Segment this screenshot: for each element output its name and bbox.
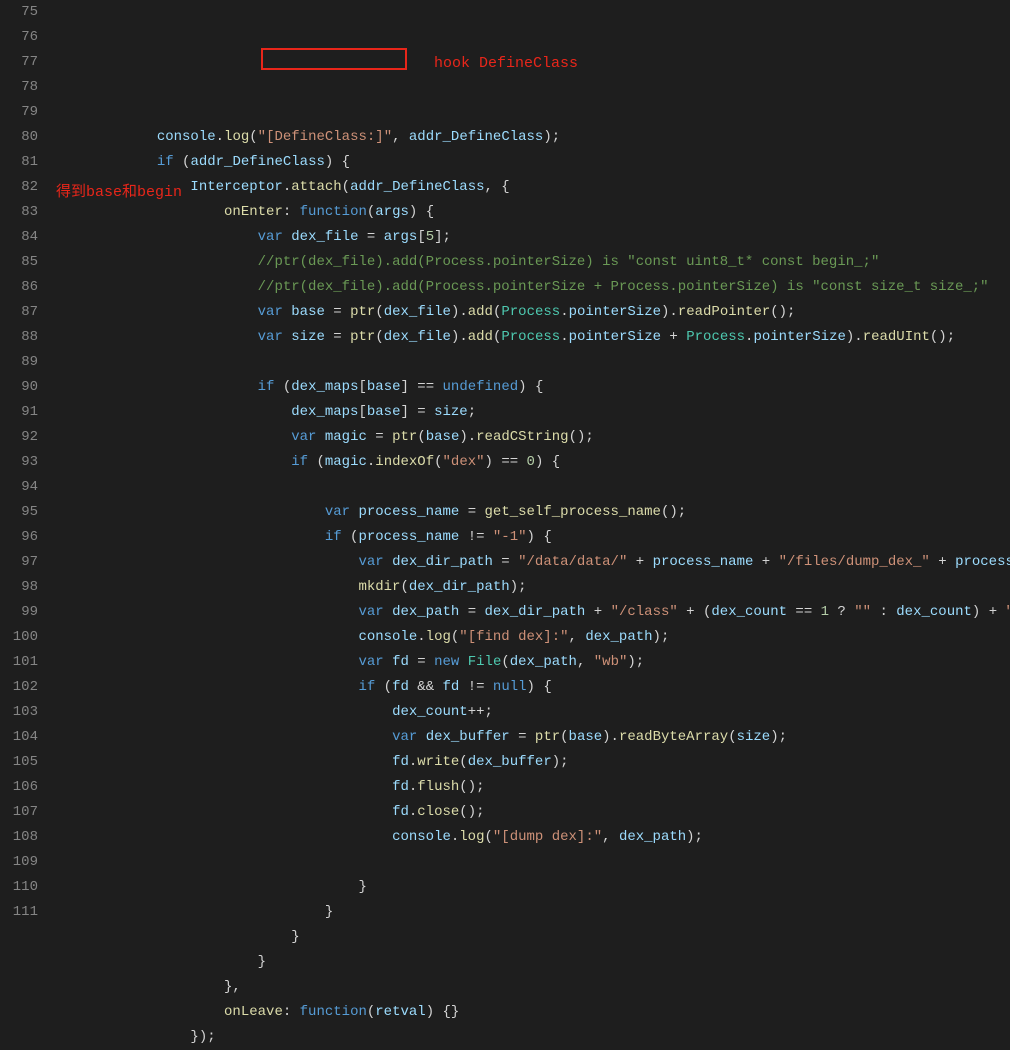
code-line: //ptr(dex_file).add(Process.pointerSize … (56, 275, 1010, 300)
line-number: 76 (0, 25, 38, 50)
code-line: } (56, 950, 1010, 975)
code-line: if (fd && fd != null) { (56, 675, 1010, 700)
line-number: 104 (0, 725, 38, 750)
line-number: 109 (0, 850, 38, 875)
highlight-box (261, 48, 407, 70)
code-line: }, (56, 975, 1010, 1000)
line-number: 97 (0, 550, 38, 575)
code-line: onEnter: function(args) { (56, 200, 1010, 225)
line-number: 88 (0, 325, 38, 350)
line-number: 108 (0, 825, 38, 850)
line-number: 81 (0, 150, 38, 175)
line-number: 107 (0, 800, 38, 825)
code-line: var base = ptr(dex_file).add(Process.poi… (56, 300, 1010, 325)
code-line: console.log("[find dex]:", dex_path); (56, 625, 1010, 650)
line-number: 92 (0, 425, 38, 450)
line-number: 84 (0, 225, 38, 250)
code-line: } (56, 925, 1010, 950)
code-line: var dex_path = dex_dir_path + "/class" +… (56, 600, 1010, 625)
code-line: var size = ptr(dex_file).add(Process.poi… (56, 325, 1010, 350)
line-number: 89 (0, 350, 38, 375)
code-line: } (56, 875, 1010, 900)
line-number: 91 (0, 400, 38, 425)
line-number: 82 (0, 175, 38, 200)
line-number: 80 (0, 125, 38, 150)
line-number: 83 (0, 200, 38, 225)
code-line: if (magic.indexOf("dex") == 0) { (56, 450, 1010, 475)
code-line: dex_maps[base] = size; (56, 400, 1010, 425)
line-number: 105 (0, 750, 38, 775)
code-line: fd.flush(); (56, 775, 1010, 800)
line-number: 90 (0, 375, 38, 400)
line-number: 77 (0, 50, 38, 75)
line-number: 86 (0, 275, 38, 300)
code-line: var process_name = get_self_process_name… (56, 500, 1010, 525)
line-number: 99 (0, 600, 38, 625)
line-number: 96 (0, 525, 38, 550)
code-line: dex_count++; (56, 700, 1010, 725)
annotation-base-begin: 得到base和begin (56, 180, 182, 205)
code-line: fd.write(dex_buffer); (56, 750, 1010, 775)
code-line: if (process_name != "-1") { (56, 525, 1010, 550)
line-number: 95 (0, 500, 38, 525)
annotation-hook-defineclass: hook DefineClass (434, 51, 578, 76)
line-number: 79 (0, 100, 38, 125)
code-area: hook DefineClass 得到base和begin console.lo… (56, 0, 1010, 1050)
code-line: if (addr_DefineClass) { (56, 150, 1010, 175)
line-number: 98 (0, 575, 38, 600)
line-number: 102 (0, 675, 38, 700)
code-line: var fd = new File(dex_path, "wb"); (56, 650, 1010, 675)
line-number: 75 (0, 0, 38, 25)
code-line: onLeave: function(retval) {} (56, 1000, 1010, 1025)
code-line: var dex_dir_path = "/data/data/" + proce… (56, 550, 1010, 575)
line-number: 85 (0, 250, 38, 275)
code-line (56, 475, 1010, 500)
line-number: 100 (0, 625, 38, 650)
line-number: 94 (0, 475, 38, 500)
line-number: 103 (0, 700, 38, 725)
line-number: 87 (0, 300, 38, 325)
code-line: //ptr(dex_file).add(Process.pointerSize)… (56, 250, 1010, 275)
code-line: mkdir(dex_dir_path); (56, 575, 1010, 600)
code-line: Interceptor.attach(addr_DefineClass, { (56, 175, 1010, 200)
line-number: 78 (0, 75, 38, 100)
code-line: var dex_file = args[5]; (56, 225, 1010, 250)
code-line (56, 350, 1010, 375)
code-line (56, 850, 1010, 875)
line-number-gutter: 7576777879808182838485868788899091929394… (0, 0, 56, 1050)
code-line: var dex_buffer = ptr(base).readByteArray… (56, 725, 1010, 750)
line-number: 111 (0, 900, 38, 925)
line-number: 93 (0, 450, 38, 475)
line-number: 110 (0, 875, 38, 900)
code-line: } (56, 900, 1010, 925)
code-line: console.log("[DefineClass:]", addr_Defin… (56, 125, 1010, 150)
code-line: }); (56, 1025, 1010, 1050)
code-line: if (dex_maps[base] == undefined) { (56, 375, 1010, 400)
line-number: 106 (0, 775, 38, 800)
code-editor: 7576777879808182838485868788899091929394… (0, 0, 1010, 1050)
code-line: console.log("[dump dex]:", dex_path); (56, 825, 1010, 850)
code-line: var magic = ptr(base).readCString(); (56, 425, 1010, 450)
code-line: fd.close(); (56, 800, 1010, 825)
line-number: 101 (0, 650, 38, 675)
